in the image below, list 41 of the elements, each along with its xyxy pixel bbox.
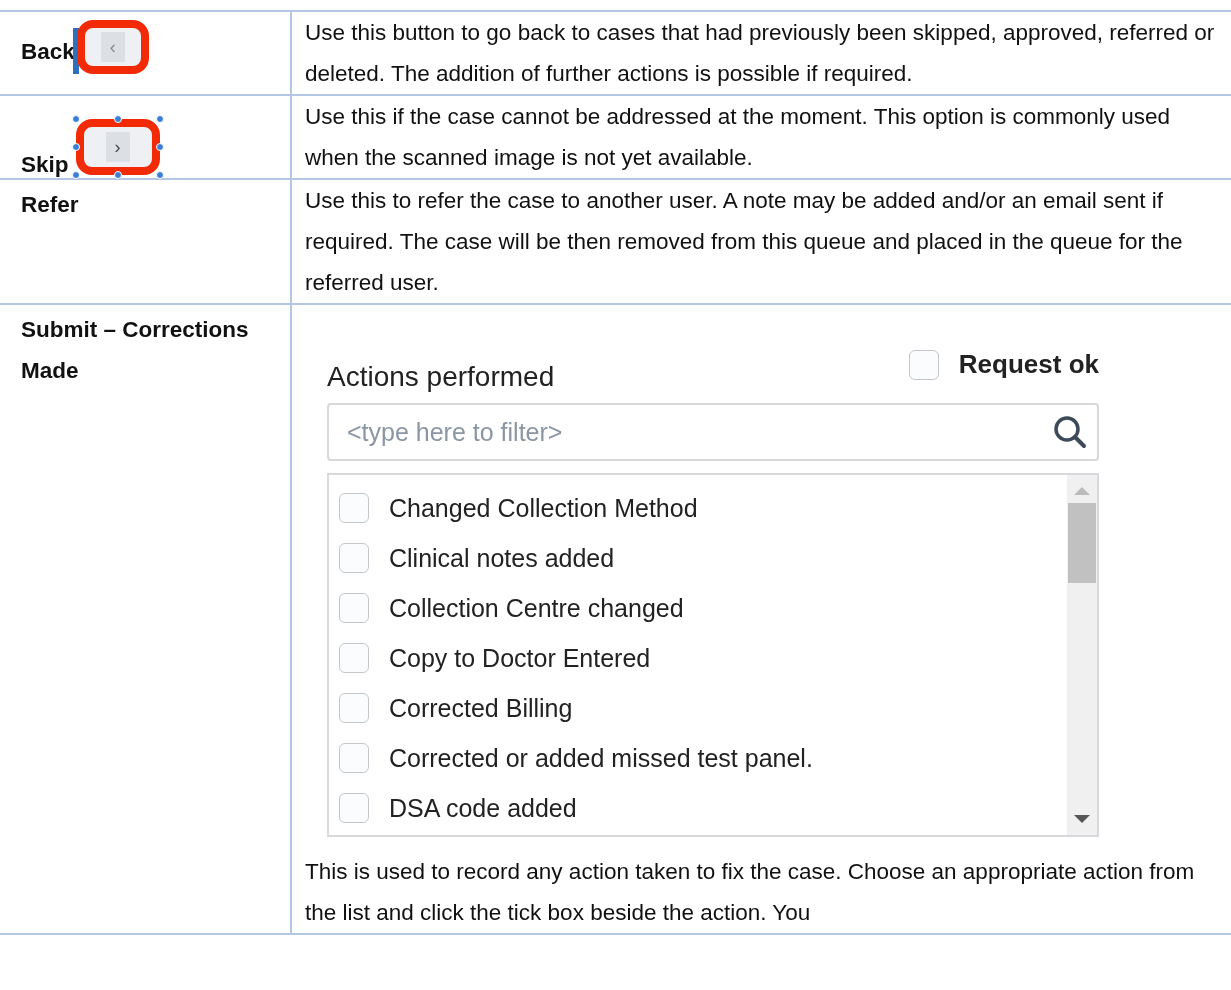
action-label[interactable]: Corrected or added missed test panel. xyxy=(389,743,813,773)
chevron-icon: › xyxy=(105,132,130,162)
row-label: Skip xyxy=(21,153,69,178)
checkbox[interactable] xyxy=(339,543,369,573)
row-label: Refer xyxy=(21,192,79,217)
action-label[interactable]: Changed Collection Method xyxy=(389,493,698,523)
filter-field[interactable]: <type here to filter> xyxy=(327,403,1099,461)
scroll-thumb[interactable] xyxy=(1068,503,1096,583)
row-description: Use this to refer the case to another user. A note may be added and/or an email sent if required. The case will be then removed from this queue and placed in the queue for the referred user. xyxy=(305,187,1184,297)
chevron-icon: ‹ xyxy=(100,32,125,62)
row-label: Submit – Corrections Made xyxy=(21,317,249,383)
checkbox[interactable] xyxy=(339,493,369,523)
checkbox[interactable] xyxy=(339,643,369,673)
search-icon[interactable] xyxy=(1053,415,1087,449)
selection-handle[interactable] xyxy=(155,143,164,151)
checkbox[interactable] xyxy=(339,693,369,723)
selection-handle[interactable] xyxy=(71,143,80,151)
checkbox-label: Request ok xyxy=(958,349,1099,380)
selection-handle[interactable] xyxy=(71,171,80,179)
checkbox[interactable] xyxy=(908,349,939,380)
checkbox[interactable] xyxy=(339,593,369,623)
checkbox[interactable] xyxy=(339,743,369,773)
row-description: Use this if the case cannot be addressed at the moment. This option is commonly used when the scanned image is not yet available. xyxy=(305,103,1172,172)
selection-handle[interactable] xyxy=(113,171,122,179)
row-label: Back xyxy=(21,40,75,65)
action-label[interactable]: Collection Centre changed xyxy=(389,593,684,623)
selection-handle[interactable] xyxy=(71,115,80,123)
scroll-up-icon[interactable] xyxy=(1074,485,1090,495)
action-label[interactable]: Copy to Doctor Entered xyxy=(389,643,651,673)
row-description: Use this button to go back to cases that had previously been skipped, approved, referred or deleted. The addition of further actions is possible if required. xyxy=(305,19,1216,88)
scrollbar[interactable] xyxy=(1067,475,1097,835)
panel-title: Actions performed xyxy=(327,361,555,393)
checkbox[interactable] xyxy=(339,793,369,823)
selection-handle[interactable] xyxy=(155,171,164,179)
scroll-down-icon[interactable] xyxy=(1074,815,1090,825)
row-description: This is used to record any action taken to fix the case. Choose an appropriate action from the list and click the tick box beside the action. You xyxy=(305,858,1196,927)
action-label[interactable]: DSA code added xyxy=(389,793,577,823)
action-label[interactable]: Corrected Billing xyxy=(389,693,573,723)
action-label[interactable]: Clinical notes added xyxy=(389,543,615,573)
selection-handle[interactable] xyxy=(155,115,164,123)
selection-handle[interactable] xyxy=(113,115,122,123)
